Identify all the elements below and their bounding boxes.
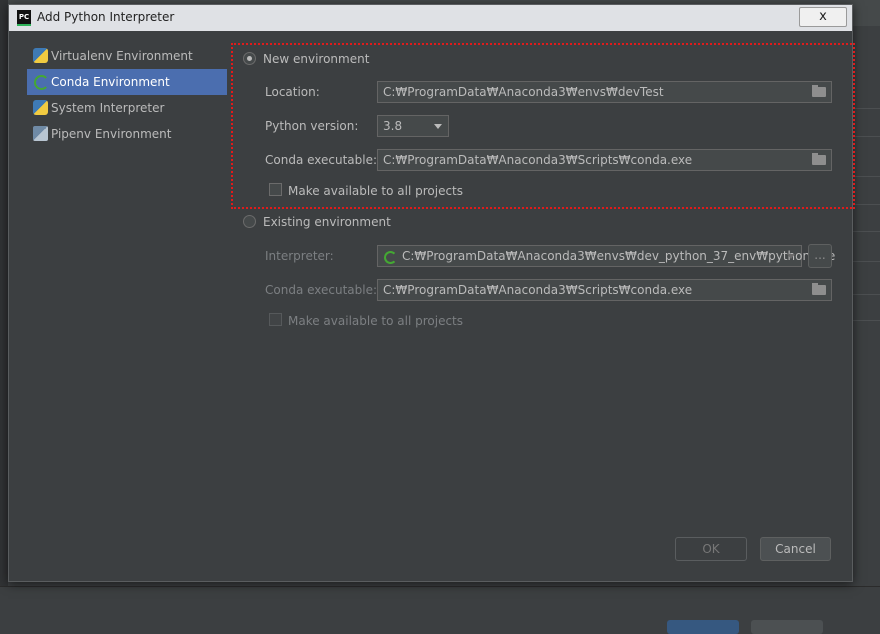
- python-version-value: 3.8: [383, 119, 403, 133]
- sidebar-item-label: Pipenv Environment: [51, 127, 172, 141]
- sidebar-item-system-interpreter[interactable]: System Interpreter: [27, 95, 227, 121]
- python-version-label: Python version:: [265, 119, 359, 133]
- dialog-titlebar: PC Add Python Interpreter x: [9, 5, 852, 31]
- sidebar-item-label: Virtualenv Environment: [51, 49, 193, 63]
- make-available-label: Make available to all projects: [288, 184, 464, 198]
- python-version-select[interactable]: 3.8: [377, 115, 449, 137]
- existing-conda-executable-label: Conda executable:: [265, 283, 378, 297]
- existing-conda-executable-value: C:₩ProgramData₩Anaconda3₩Scripts₩conda.e…: [383, 283, 693, 297]
- background-ide-footer: [0, 586, 880, 634]
- conda-icon: [384, 251, 397, 264]
- background-ide-content: [852, 26, 880, 586]
- conda-executable-value: C:₩ProgramData₩Anaconda3₩Scripts₩conda.e…: [383, 153, 693, 167]
- new-environment-label: New environment: [263, 52, 370, 66]
- folder-icon[interactable]: [812, 85, 826, 97]
- pycharm-logo-icon: PC: [17, 10, 31, 26]
- sidebar-item-pipenv[interactable]: Pipenv Environment: [27, 121, 227, 147]
- radio-unselected-icon[interactable]: [243, 215, 256, 228]
- existing-environment-label: Existing environment: [263, 215, 391, 229]
- location-label: Location:: [265, 85, 320, 99]
- sidebar-item-virtualenv[interactable]: Virtualenv Environment: [27, 43, 227, 69]
- sidebar-item-label: System Interpreter: [51, 101, 165, 115]
- chevron-down-icon: [434, 124, 442, 129]
- background-ide-sidebar: [0, 0, 8, 629]
- folder-icon[interactable]: [812, 153, 826, 165]
- cancel-button[interactable]: Cancel: [760, 537, 831, 561]
- conda-executable-field[interactable]: C:₩ProgramData₩Anaconda3₩Scripts₩conda.e…: [377, 149, 832, 171]
- python-icon: [33, 48, 48, 63]
- interpreter-label: Interpreter:: [265, 249, 334, 263]
- conda-executable-label: Conda executable:: [265, 153, 378, 167]
- existing-make-available-label: Make available to all projects: [288, 314, 464, 328]
- browse-interpreter-button[interactable]: ...: [808, 244, 832, 268]
- conda-icon: [34, 75, 49, 90]
- folder-icon[interactable]: [812, 283, 826, 295]
- ok-button[interactable]: OK: [675, 537, 747, 561]
- sidebar-item-conda[interactable]: Conda Environment: [27, 69, 227, 95]
- existing-conda-executable-field[interactable]: C:₩ProgramData₩Anaconda3₩Scripts₩conda.e…: [377, 279, 832, 301]
- make-available-checkbox[interactable]: [269, 183, 282, 196]
- sidebar-item-label: Conda Environment: [51, 75, 170, 89]
- location-value: C:₩ProgramData₩Anaconda3₩envs₩devTest: [383, 85, 664, 99]
- close-button[interactable]: x: [799, 7, 847, 27]
- environment-type-list: Virtualenv Environment Conda Environment…: [27, 43, 227, 147]
- dialog-title: Add Python Interpreter: [37, 10, 175, 24]
- interpreter-value: C:₩ProgramData₩Anaconda3₩envs₩dev_python…: [402, 249, 836, 263]
- chevron-down-icon: [787, 254, 795, 259]
- interpreter-select[interactable]: C:₩ProgramData₩Anaconda3₩envs₩dev_python…: [377, 245, 835, 267]
- location-field[interactable]: C:₩ProgramData₩Anaconda3₩envs₩devTest: [377, 81, 832, 103]
- python-icon: [33, 100, 48, 115]
- existing-make-available-checkbox[interactable]: [269, 313, 282, 326]
- pipenv-icon: [33, 126, 48, 141]
- radio-selected-icon[interactable]: [243, 52, 256, 65]
- add-python-interpreter-dialog: PC Add Python Interpreter x Virtualenv E…: [8, 4, 853, 582]
